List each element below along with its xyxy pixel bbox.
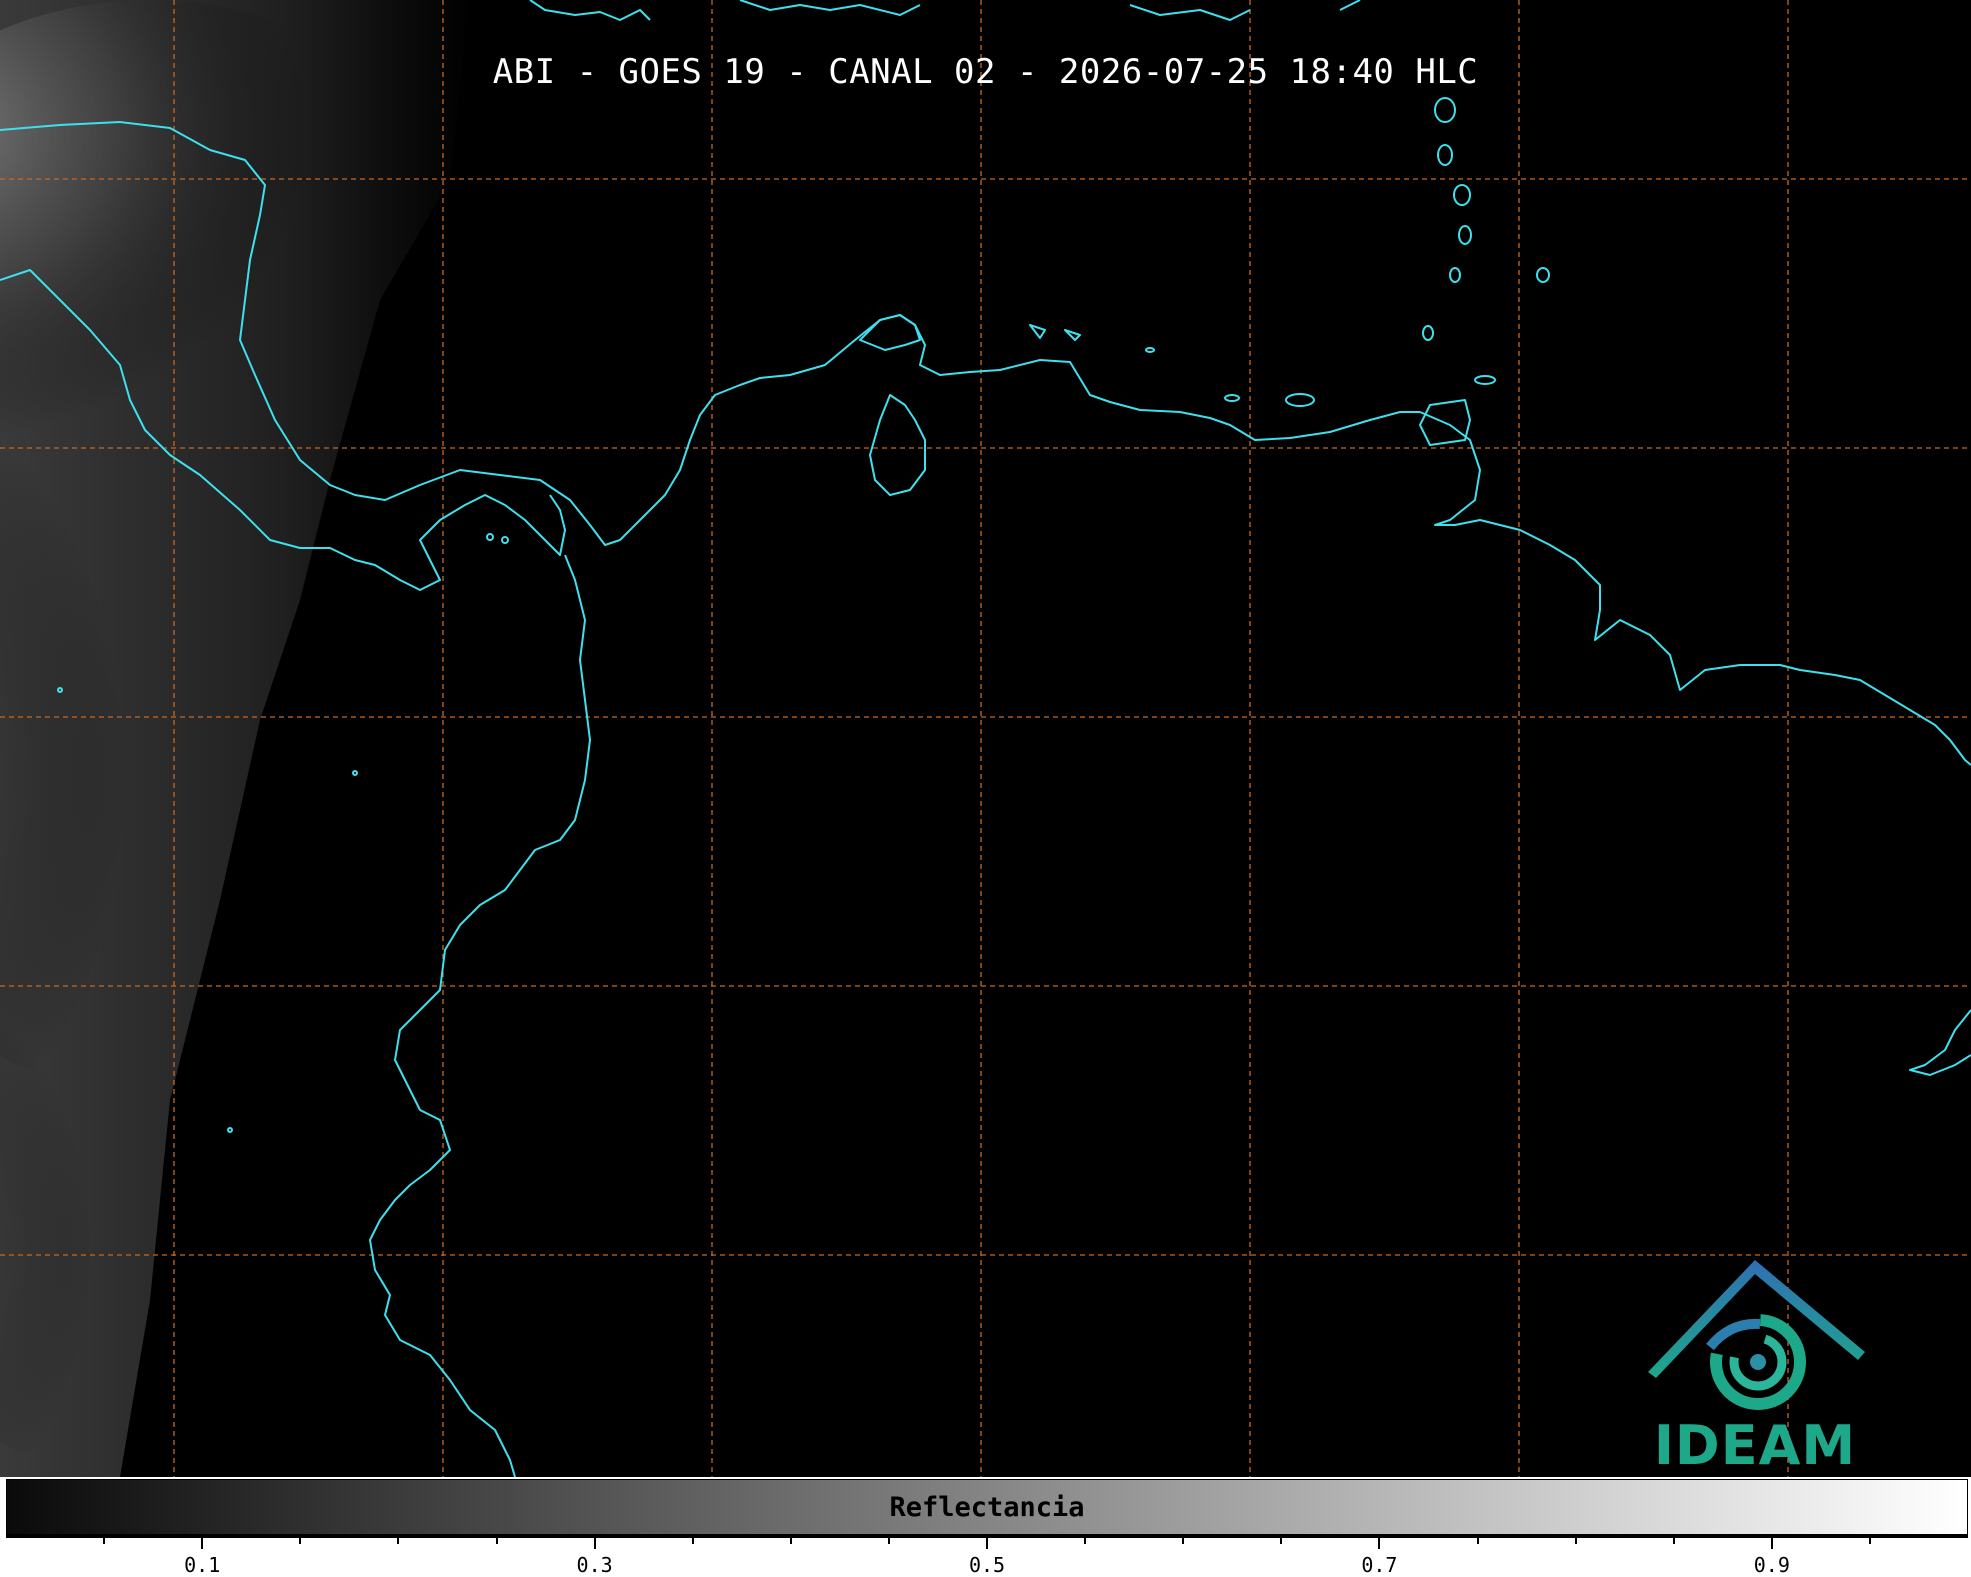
colorbar-minor-tick <box>495 1535 498 1544</box>
colorbar-tick-label: 0.1 <box>184 1553 221 1577</box>
colorbar-minor-tick <box>1868 1535 1871 1544</box>
colorbar-minor-tick <box>1182 1535 1185 1544</box>
colorbar-tick-label: 0.3 <box>576 1553 613 1577</box>
colorbar-minor-tick <box>1280 1535 1283 1544</box>
colorbar-label: Reflectancia <box>889 1492 1085 1523</box>
colorbar-major-tick <box>1770 1535 1773 1549</box>
colorbar-minor-tick <box>299 1535 302 1544</box>
ideam-logo-mark <box>1648 1260 1865 1410</box>
colorbar-tick-label: 0.5 <box>968 1553 1006 1577</box>
colorbar-minor-tick <box>1574 1535 1577 1544</box>
satellite-map[interactable]: ABI - GOES 19 - CANAL 02 - 2026-07-25 18… <box>0 0 1971 1477</box>
colorbar-major-tick <box>1378 1535 1381 1549</box>
colorbar: Reflectancia <box>6 1479 1968 1535</box>
colorbar-minor-tick <box>103 1535 106 1544</box>
map-title: ABI - GOES 19 - CANAL 02 - 2026-07-25 18… <box>492 52 1479 92</box>
colorbar-major-tick <box>986 1535 988 1549</box>
logo-swirl-center <box>1750 1354 1766 1370</box>
colorbar-major-tick <box>593 1535 596 1549</box>
colorbar-minor-tick <box>691 1535 694 1544</box>
ideam-logo: IDEAM <box>1640 1252 1870 1477</box>
colorbar-tick-label: 0.7 <box>1361 1553 1398 1577</box>
colorbar-axis: 0.1 0.3 0.5 0.7 0.9 <box>0 1535 1971 1577</box>
colorbar-minor-tick <box>1476 1535 1479 1544</box>
colorbar-major-tick <box>201 1535 204 1549</box>
logo-swirl-arc <box>1706 1318 1761 1351</box>
colorbar-minor-tick <box>789 1535 792 1544</box>
colorbar-minor-tick <box>1672 1535 1675 1544</box>
ideam-logo-text: IDEAM <box>1653 1414 1857 1477</box>
colorbar-minor-tick <box>1084 1535 1087 1544</box>
colorbar-minor-tick <box>887 1535 890 1544</box>
colorbar-minor-tick <box>397 1535 400 1544</box>
colorbar-tick-label: 0.9 <box>1753 1553 1790 1577</box>
